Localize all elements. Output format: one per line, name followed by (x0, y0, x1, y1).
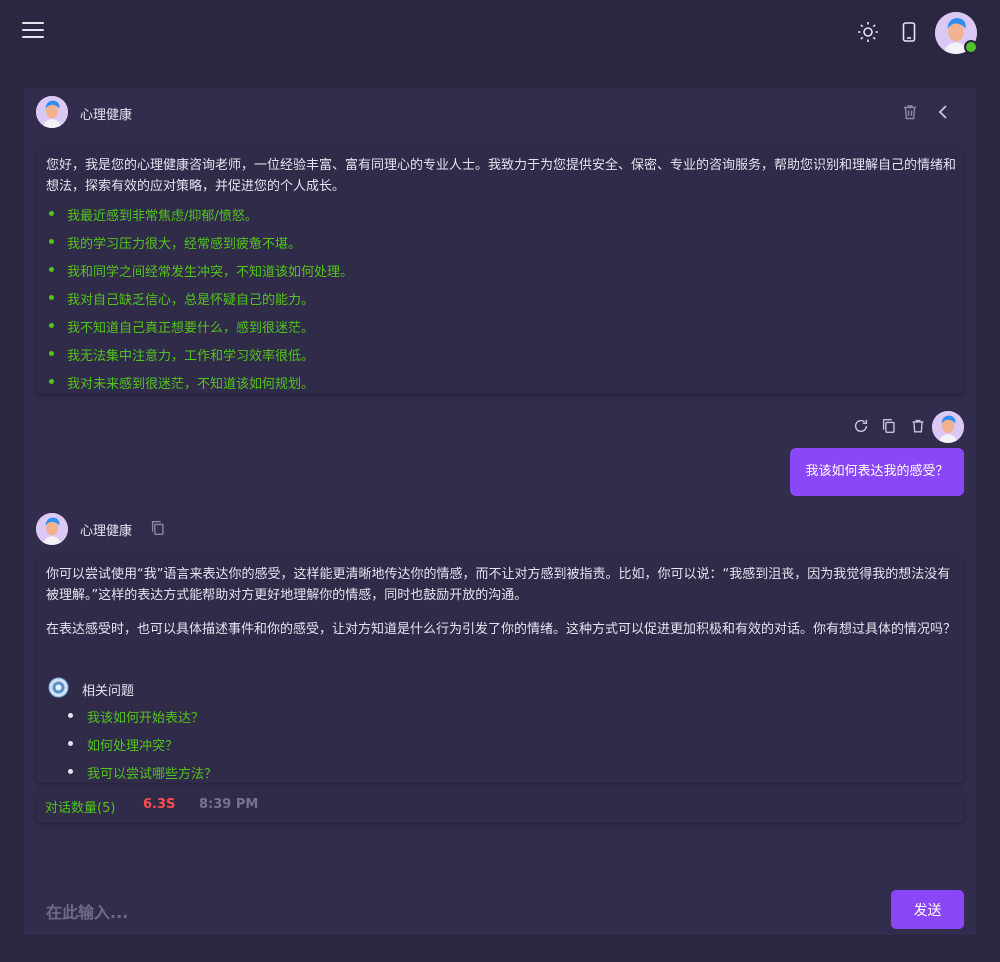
suggestion-item[interactable]: 我无法集中注意力，工作和学习效率很低。 (48, 345, 314, 364)
online-status-dot (964, 40, 978, 54)
trash-icon[interactable] (900, 102, 920, 122)
suggestion-item[interactable]: 我最近感到非常焦虑/抑郁/愤怒。 (49, 205, 258, 224)
bot-name: 心理健康 (80, 524, 133, 539)
suggestion-item[interactable]: 我对自己缺乏信心，总是怀疑自己的能力。 (48, 289, 314, 308)
intro-text: 您好，我是您的心理健康咨询老师，一位经验丰富、富有同理心的专业人士。我致力于为您… (46, 158, 957, 194)
refresh-icon[interactable] (852, 417, 870, 435)
response-duration: 6.3S (143, 797, 176, 812)
related-question-item[interactable]: 我可以尝试哪些方法？ (68, 763, 217, 782)
bot-avatar (36, 513, 68, 545)
mobile-icon[interactable] (897, 20, 921, 44)
related-questions-icon (48, 677, 69, 698)
conversation-count: 对话数量(5) (45, 801, 116, 816)
bot-avatar (36, 96, 68, 128)
suggestion-item[interactable]: 我对未来感到很迷茫，不知道该如何规划。 (48, 373, 314, 392)
related-question-item[interactable]: 如何处理冲突？ (68, 735, 178, 754)
suggestion-item[interactable]: 我和同学之间经常发生冲突，不知道该如何处理。 (48, 261, 353, 280)
chevron-left-icon[interactable] (934, 102, 954, 122)
sun-icon[interactable] (856, 20, 880, 44)
suggestion-item[interactable]: 我不知道自己真正想要什么，感到很迷茫。 (48, 317, 314, 336)
related-question-item[interactable]: 我该如何开始表达？ (68, 707, 204, 726)
bot-name: 心理健康 (80, 108, 133, 123)
message-input[interactable] (44, 898, 608, 926)
suggestion-item[interactable]: 我的学习压力很大，经常感到疲惫不堪。 (48, 233, 301, 252)
menu-icon[interactable] (22, 22, 44, 40)
answer-paragraph: 在表达感受时，也可以具体描述事件和你的感受，让对方知道是什么行为引发了你的情绪。… (46, 622, 957, 637)
send-button[interactable]: 发送 (891, 890, 964, 929)
delete-icon[interactable] (909, 417, 927, 435)
message-timestamp: 8:39 PM (199, 797, 259, 812)
user-message-bubble: 我该如何表达我的感受？ (790, 448, 964, 496)
user-message-avatar (932, 411, 964, 443)
related-questions-title: 相关问题 (82, 684, 135, 699)
intro-message-card: 您好，我是您的心理健康咨询老师，一位经验丰富、富有同理心的专业人士。我致力于为您… (36, 146, 964, 394)
top-bar (0, 0, 1000, 64)
copy-icon[interactable] (149, 519, 167, 537)
answer-paragraph: 你可以尝试使用“我”语言来表达你的感受，这样能更清晰地传达你的情感，而不让对方感… (46, 567, 951, 603)
copy-icon[interactable] (880, 417, 898, 435)
